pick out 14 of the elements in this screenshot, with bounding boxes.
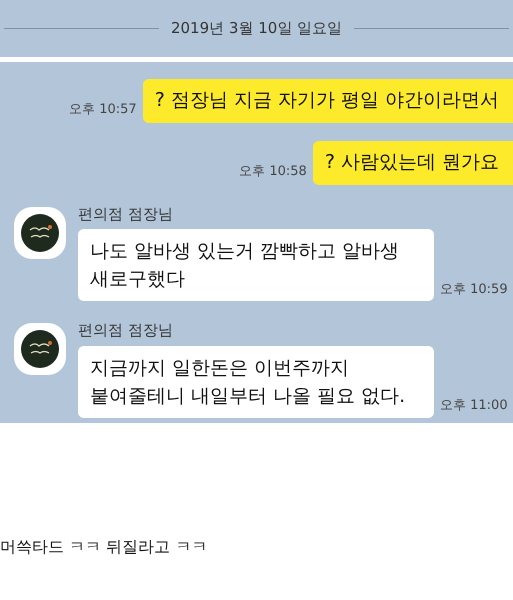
sent-message-bubble: ? 점장님 지금 자기가 평일 야간이라면서: [142, 79, 513, 123]
message-time: 오후 10:57: [69, 101, 137, 120]
received-message-bubble: 나도 알바생 있는거 깜빡하고 알바생 새로구했다: [78, 229, 434, 301]
message-time: 오후 11:00: [440, 397, 508, 415]
sender-name: 편의점 점장님: [78, 320, 174, 341]
caption: 머쓱타드 ㅋㅋ 뒤질라고 ㅋㅋ: [0, 537, 208, 556]
avatar-icon: [21, 214, 59, 252]
avatar-icon: [21, 330, 59, 368]
message-time: 오후 10:59: [440, 280, 508, 298]
date-divider: 2019년 3월 10일 일요일: [170, 18, 342, 40]
message-time: 오후 10:58: [239, 163, 307, 181]
sender-name: 편의점 점장님: [78, 204, 174, 224]
sent-message-bubble: ? 사람있는데 뭔가요: [312, 140, 513, 184]
received-message-bubble: 지금까지 일한돈은 이번주까지 붙여줄테니 내일부터 나올 필요 없다.: [78, 346, 434, 418]
